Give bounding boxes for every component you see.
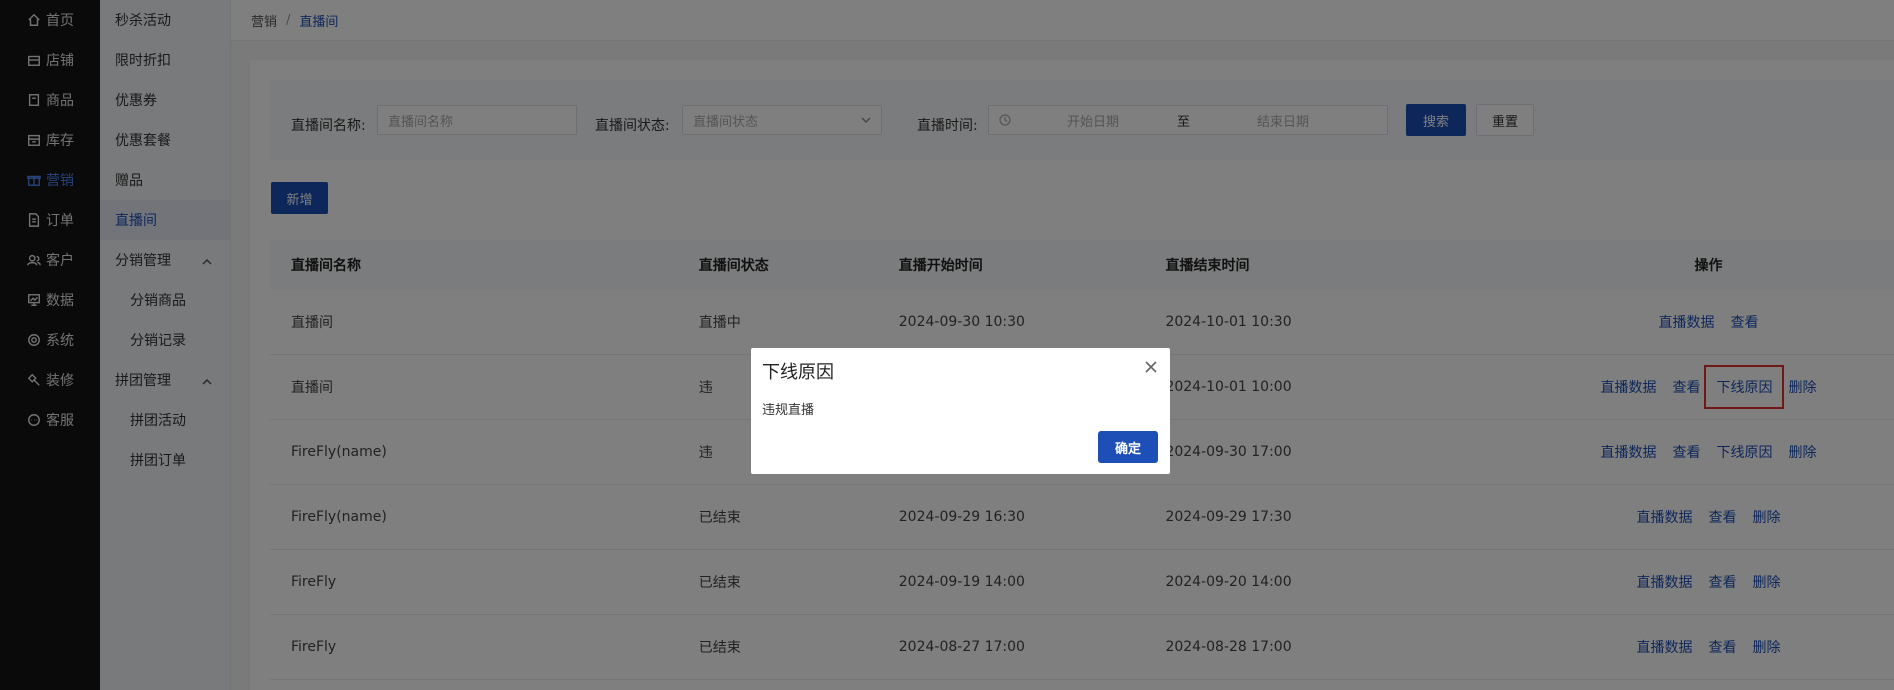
confirm-button[interactable]: 确定	[1098, 431, 1158, 463]
dialog-body: 违规直播	[762, 403, 815, 418]
offline-reason-dialog: 下线原因 违规直播 确定	[751, 348, 1170, 474]
dialog-title: 下线原因	[762, 362, 834, 383]
modal-overlay[interactable]	[0, 0, 1894, 690]
close-icon[interactable]	[1144, 360, 1158, 374]
